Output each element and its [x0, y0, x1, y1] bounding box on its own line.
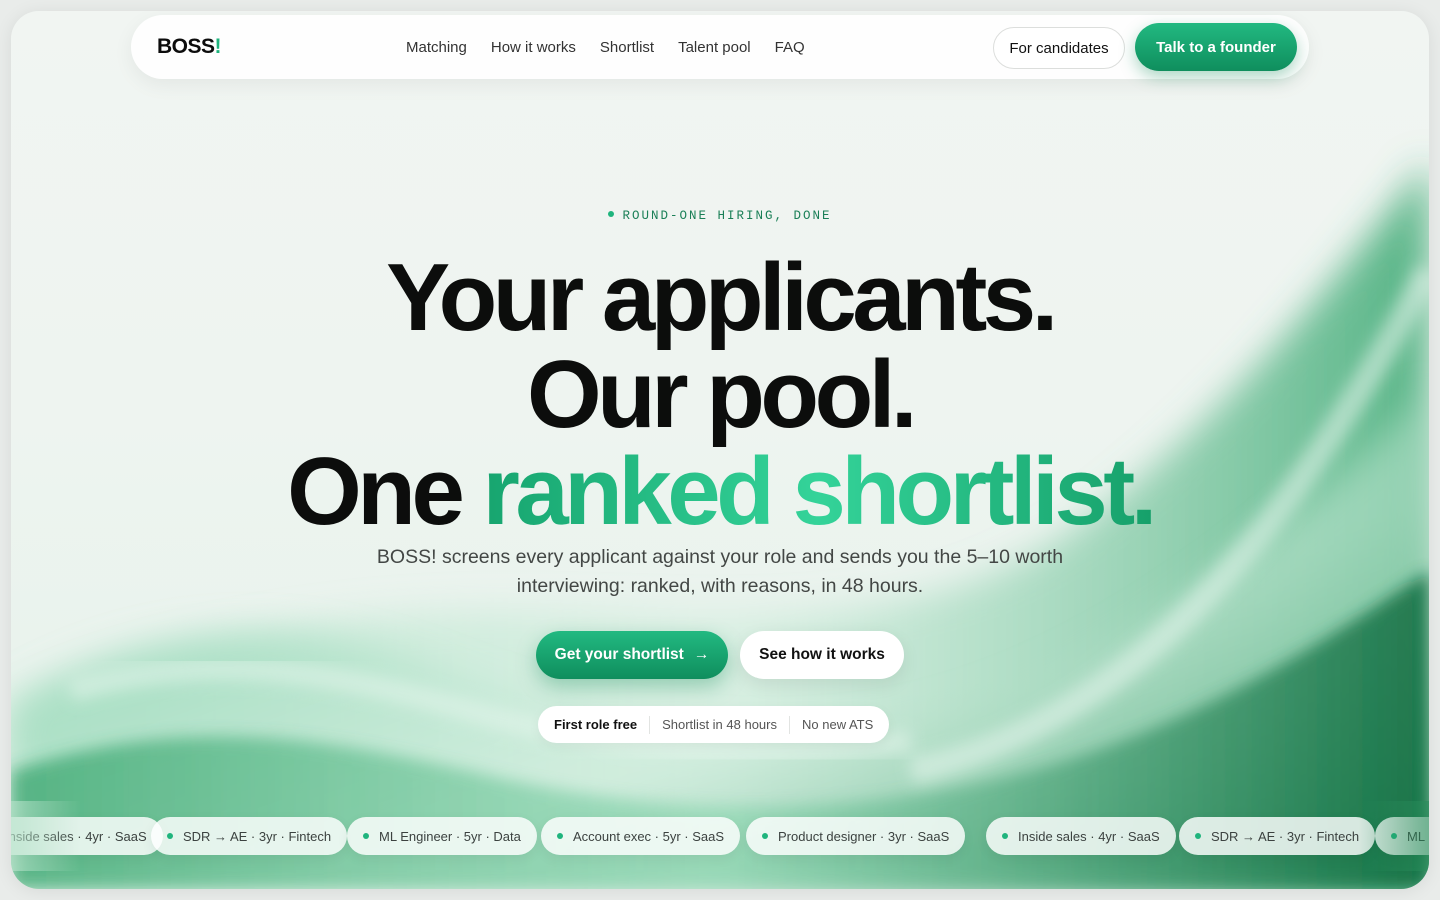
hero-eyebrow: ROUND-ONE HIRING, DONE — [11, 209, 1429, 223]
ticker-chip: Inside sales · 4yr · SaaS — [11, 817, 163, 855]
logo[interactable]: BOSS! — [157, 35, 221, 59]
nav-link-shortlist[interactable]: Shortlist — [600, 39, 654, 56]
ticker-chip: SDR → AE · 3yr · Fintech — [151, 817, 348, 855]
nav-link-talent-pool[interactable]: Talent pool — [678, 39, 751, 56]
chip-dot-icon — [762, 833, 768, 839]
chip-dot-icon — [1002, 833, 1008, 839]
ticker-chip: Inside sales · 4yr · SaaS — [986, 817, 1176, 855]
nav-link-faq[interactable]: FAQ — [775, 39, 805, 56]
eyebrow-dot-icon — [608, 211, 615, 217]
headline-line-3: One ranked shortlist. — [287, 438, 1157, 545]
ticker-chip: ML Engineer · 5yr · Data — [1375, 817, 1429, 855]
headline-accent: ranked shortlist. — [482, 438, 1158, 545]
nav-links: Matching How it works Shortlist Talent p… — [406, 15, 805, 79]
arrow-right-icon: → — [693, 646, 710, 663]
badge-no-new-ats: No new ATS — [789, 715, 885, 734]
badge-first-role-free: First role free — [554, 716, 638, 732]
nav-link-matching[interactable]: Matching — [406, 39, 467, 56]
ticker-chip: Account exec · 5yr · SaaS — [541, 817, 741, 855]
top-nav: BOSS! Matching How it works Shortlist Ta… — [131, 15, 1309, 79]
feature-badges: First role free Shortlist in 48 hours No… — [538, 706, 890, 743]
chip-dot-icon — [1391, 833, 1397, 839]
chip-dot-icon — [1195, 833, 1201, 839]
chip-dot-icon — [167, 833, 173, 839]
hero-subtitle: BOSS! screens every applicant against yo… — [376, 546, 1064, 597]
headline-line-1: Your applicants. — [386, 244, 1058, 351]
hero-headline: Your applicants. Our pool. One ranked sh… — [11, 249, 1429, 540]
ticker-chip: Product designer · 3yr · SaaS — [746, 817, 966, 855]
see-how-it-works-button[interactable]: See how it works — [740, 631, 904, 679]
page-frame: BOSS! Matching How it works Shortlist Ta… — [11, 11, 1429, 889]
ticker-chip: ML Engineer · 5yr · Data — [347, 817, 537, 855]
nav-link-how-it-works[interactable]: How it works — [491, 39, 576, 56]
ticker-chip: SDR → AE · 3yr · Fintech — [1179, 817, 1376, 855]
for-candidates-button[interactable]: For candidates — [993, 27, 1125, 69]
talk-to-founder-button[interactable]: Talk to a founder — [1135, 23, 1297, 71]
headline-line-2: Our pool. — [526, 341, 918, 448]
get-shortlist-button[interactable]: Get your shortlist → — [536, 631, 728, 679]
candidate-ticker: Inside sales · 4yr · SaaS SDR → AE · 3yr… — [11, 817, 1429, 855]
chip-dot-icon — [363, 833, 369, 839]
chip-dot-icon — [557, 833, 563, 839]
badge-shortlist-48h: Shortlist in 48 hours — [649, 715, 789, 734]
